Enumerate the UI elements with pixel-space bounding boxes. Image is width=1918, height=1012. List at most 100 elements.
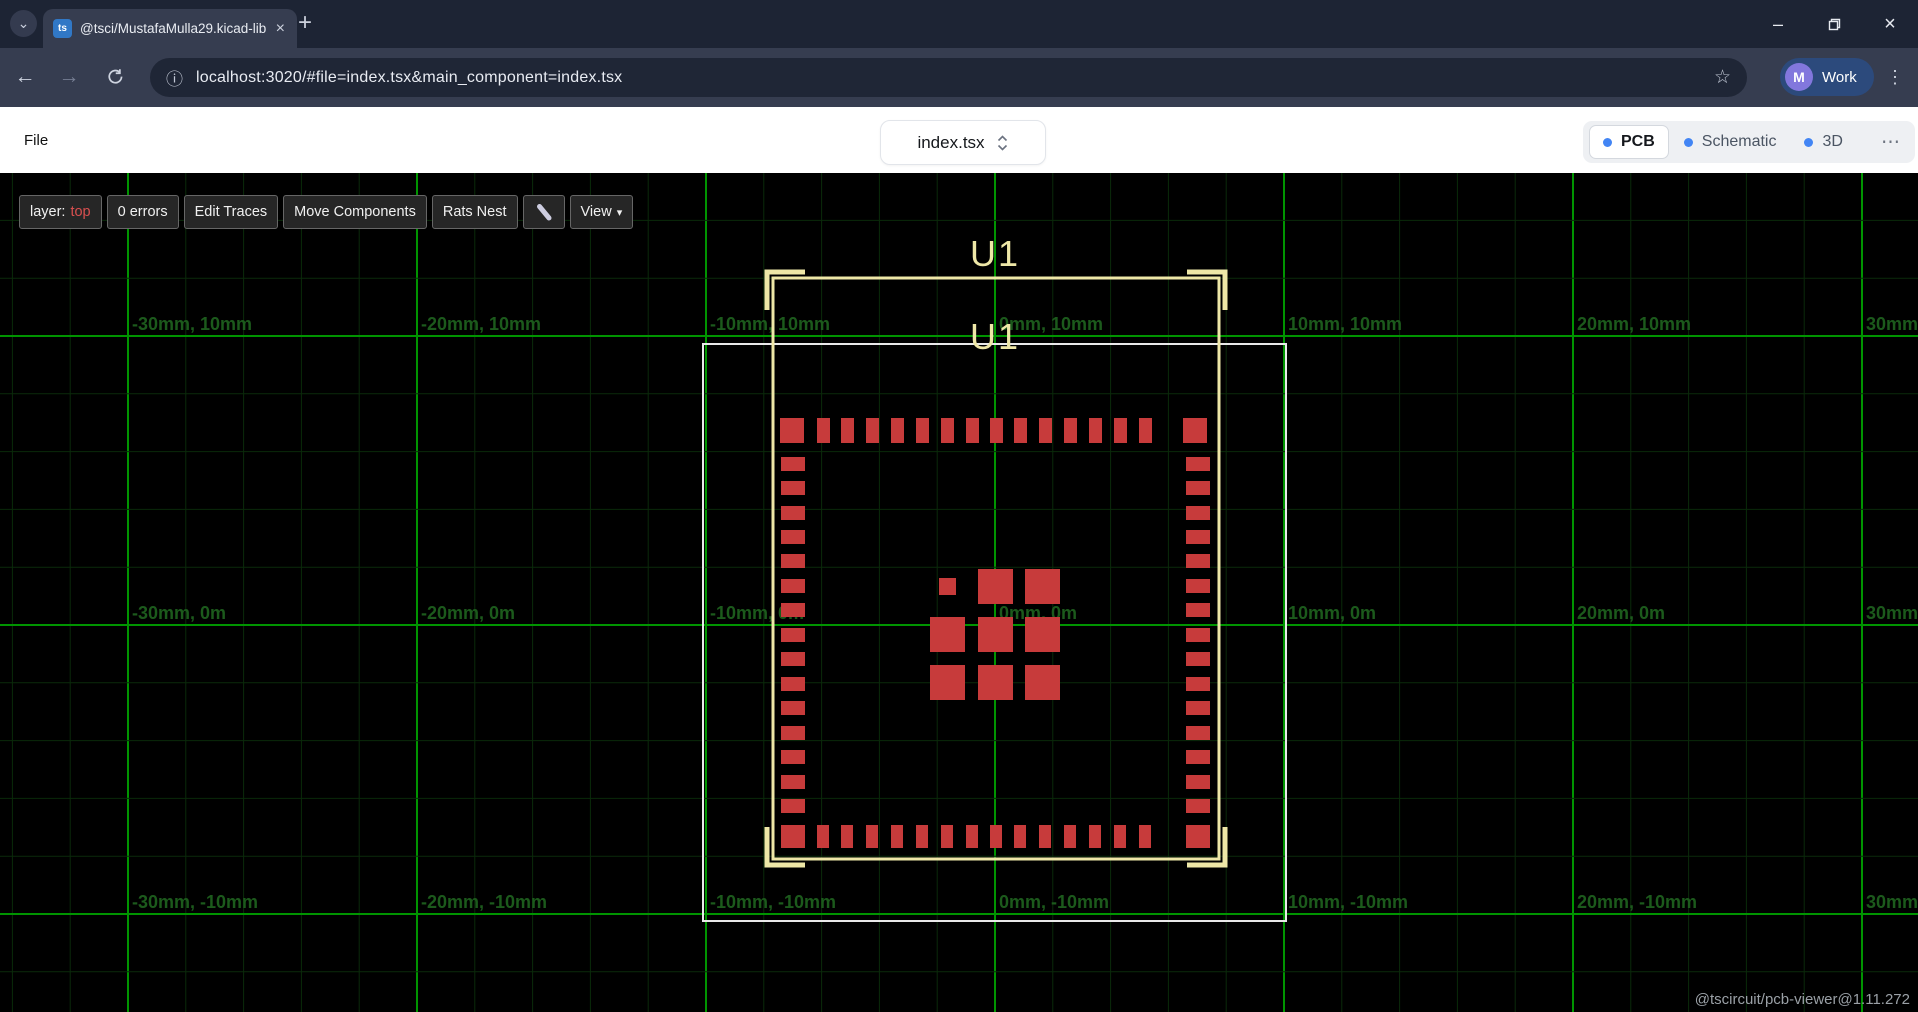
pad[interactable]: [1186, 726, 1210, 740]
pad[interactable]: [1089, 825, 1101, 848]
rats-nest-button[interactable]: Rats Nest: [432, 195, 518, 229]
new-tab-button[interactable]: +: [290, 8, 320, 38]
pad[interactable]: [1186, 481, 1210, 495]
pad[interactable]: [978, 569, 1013, 604]
pad[interactable]: [1114, 418, 1127, 443]
pad[interactable]: [1186, 457, 1210, 471]
pad[interactable]: [781, 750, 805, 764]
pad[interactable]: [817, 418, 830, 443]
pad[interactable]: [930, 665, 965, 700]
pad[interactable]: [916, 825, 928, 848]
url-text[interactable]: localhost:3020/#file=index.tsx&main_comp…: [196, 69, 1714, 87]
pad[interactable]: [939, 578, 956, 595]
pad[interactable]: [1183, 418, 1207, 443]
tab-search-button[interactable]: ⌄: [10, 10, 37, 37]
pad[interactable]: [866, 418, 879, 443]
pad[interactable]: [1186, 554, 1210, 568]
bookmark-star-icon[interactable]: ☆: [1714, 66, 1731, 89]
pad[interactable]: [990, 825, 1002, 848]
pad[interactable]: [781, 457, 805, 471]
forward-button[interactable]: →: [52, 60, 86, 94]
more-views-button[interactable]: ⋯: [1872, 131, 1909, 154]
pad[interactable]: [941, 418, 954, 443]
pad[interactable]: [1186, 799, 1210, 813]
pad[interactable]: [781, 775, 805, 789]
pcb-render-surface[interactable]: -30mm, 10mm-20mm, 10mm-10mm, 10mm0mm, 10…: [0, 173, 1918, 1012]
reload-button[interactable]: [98, 60, 132, 94]
pad[interactable]: [1114, 825, 1126, 848]
pad[interactable]: [841, 825, 853, 848]
pad[interactable]: [781, 603, 805, 617]
edit-tool-button[interactable]: [523, 195, 565, 229]
pad[interactable]: [781, 554, 805, 568]
pad[interactable]: [1186, 750, 1210, 764]
pad[interactable]: [1186, 652, 1210, 666]
errors-button[interactable]: 0 errors: [107, 195, 179, 229]
view-dropdown-button[interactable]: View ▾: [570, 195, 634, 229]
pad[interactable]: [1186, 628, 1210, 642]
file-selector-dropdown[interactable]: index.tsx: [880, 120, 1046, 165]
pad[interactable]: [817, 825, 829, 848]
pad[interactable]: [781, 652, 805, 666]
pad[interactable]: [866, 825, 878, 848]
site-info-icon[interactable]: ⓘ: [166, 65, 183, 90]
pad[interactable]: [1025, 617, 1060, 652]
pad[interactable]: [1186, 677, 1210, 691]
pad[interactable]: [781, 799, 805, 813]
pad[interactable]: [781, 530, 805, 544]
pad[interactable]: [1139, 418, 1152, 443]
pad[interactable]: [916, 418, 929, 443]
pad[interactable]: [891, 825, 903, 848]
minimize-button[interactable]: –: [1750, 0, 1806, 48]
address-bar[interactable]: ⓘ localhost:3020/#file=index.tsx&main_co…: [150, 58, 1747, 97]
browser-menu-button[interactable]: ⋮: [1878, 60, 1912, 94]
profile-chip[interactable]: M Work: [1780, 58, 1874, 96]
pad[interactable]: [1014, 418, 1027, 443]
pcb-canvas-area[interactable]: -30mm, 10mm-20mm, 10mm-10mm, 10mm0mm, 10…: [0, 173, 1918, 1012]
pad[interactable]: [1025, 665, 1060, 700]
pad[interactable]: [978, 665, 1013, 700]
pad[interactable]: [966, 418, 979, 443]
pad[interactable]: [930, 617, 965, 652]
file-menu[interactable]: File: [24, 107, 48, 173]
tab-close-icon[interactable]: ×: [274, 20, 287, 38]
tab-3d[interactable]: 3D: [1791, 126, 1855, 158]
pad[interactable]: [1064, 418, 1077, 443]
close-window-button[interactable]: ×: [1862, 0, 1918, 48]
pad[interactable]: [781, 506, 805, 520]
pad[interactable]: [781, 701, 805, 715]
pad[interactable]: [841, 418, 854, 443]
pad[interactable]: [1025, 569, 1060, 604]
pad[interactable]: [1039, 418, 1052, 443]
pad[interactable]: [941, 825, 953, 848]
pad[interactable]: [781, 726, 805, 740]
tab-schematic[interactable]: Schematic: [1671, 126, 1790, 158]
pad[interactable]: [1089, 418, 1102, 443]
pad[interactable]: [1014, 825, 1026, 848]
pad[interactable]: [781, 825, 805, 848]
pad[interactable]: [990, 418, 1003, 443]
pad[interactable]: [1186, 701, 1210, 715]
pad[interactable]: [780, 418, 804, 443]
pad[interactable]: [781, 628, 805, 642]
pad[interactable]: [1186, 775, 1210, 789]
pad[interactable]: [781, 481, 805, 495]
move-components-button[interactable]: Move Components: [283, 195, 427, 229]
pad[interactable]: [1186, 506, 1210, 520]
back-button[interactable]: ←: [8, 60, 42, 94]
tab-pcb[interactable]: PCB: [1589, 125, 1669, 159]
pad[interactable]: [978, 617, 1013, 652]
layer-button[interactable]: layer: top: [19, 195, 102, 229]
pad[interactable]: [966, 825, 978, 848]
browser-tab[interactable]: ts @tsci/MustafaMulla29.kicad-lib ×: [43, 9, 297, 48]
pad[interactable]: [781, 579, 805, 593]
pad[interactable]: [781, 677, 805, 691]
pad[interactable]: [1064, 825, 1076, 848]
pad[interactable]: [1186, 603, 1210, 617]
edit-traces-button[interactable]: Edit Traces: [184, 195, 279, 229]
pad[interactable]: [1186, 579, 1210, 593]
pad[interactable]: [1186, 825, 1210, 848]
restore-button[interactable]: [1806, 0, 1862, 48]
pad[interactable]: [891, 418, 904, 443]
pad[interactable]: [1039, 825, 1051, 848]
